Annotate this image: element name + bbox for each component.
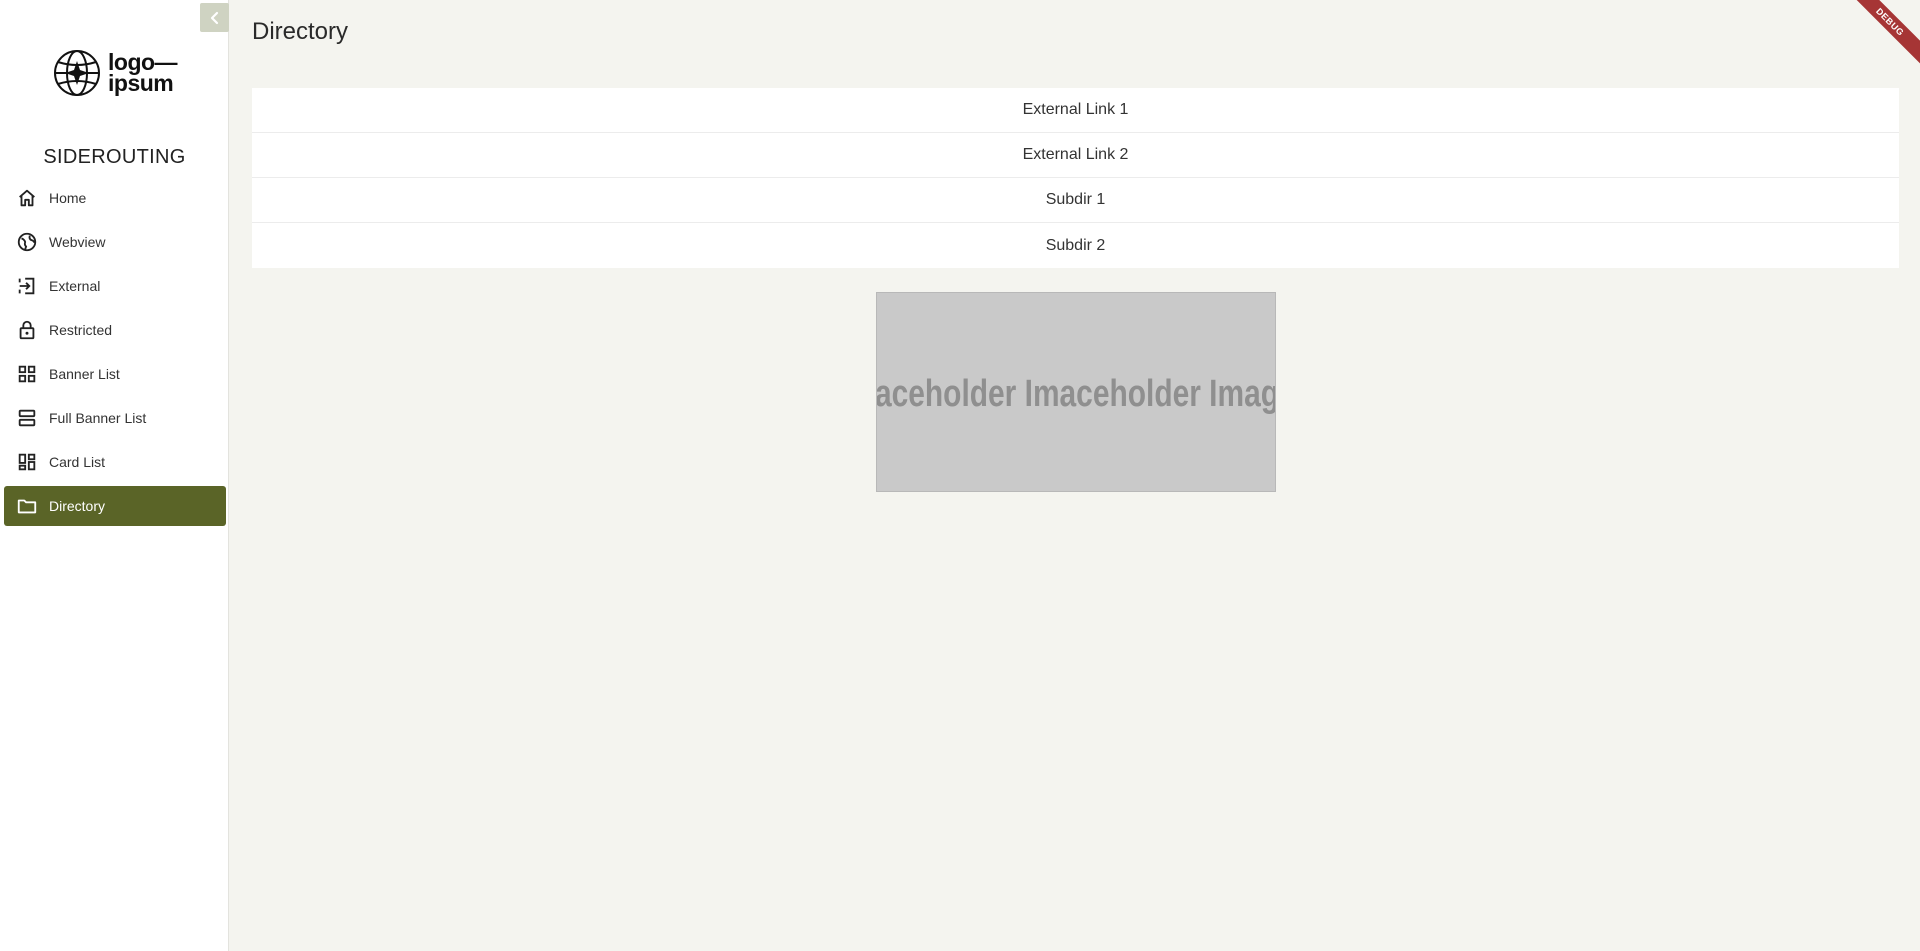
sidebar-item-webview[interactable]: Webview [4,222,226,262]
chevron-left-icon [210,11,218,24]
collapse-sidebar-button[interactable] [200,3,229,32]
sidebar-item-card-list[interactable]: Card List [4,442,226,482]
placeholder-text: aceholder Imaceholder Imag [877,373,1276,415]
login-icon [15,274,39,298]
sidebar-item-full-banner-list[interactable]: Full Banner List [4,398,226,438]
sidebar-item-label: Home [49,190,87,206]
globe-icon [15,230,39,254]
logo-wordmark: logo— ipsum [108,49,178,96]
sidebar-item-label: Directory [49,498,106,514]
sidebar-item-label: External [49,278,101,294]
placeholder-image: aceholder Imaceholder Imag [876,292,1276,492]
app-title: SIDEROUTING [43,146,186,168]
sidebar-item-label: Restricted [49,322,113,338]
page-title: Directory [252,18,349,45]
directory-list: External Link 1 External Link 2 Subdir 1… [252,88,1899,268]
list-item[interactable]: Subdir 1 [252,178,1899,223]
sidebar-item-label: Full Banner List [49,410,147,426]
rows-icon [15,406,39,430]
debug-banner: DEBUG [1841,0,1920,71]
sidebar-item-restricted[interactable]: Restricted [4,310,226,350]
logo: logo— ipsum [52,48,178,98]
sidebar-nav: Home Webview External Restricted Banner … [4,178,226,530]
home-icon [15,186,39,210]
sidebar-item-label: Banner List [49,366,120,382]
grid-icon [15,362,39,386]
sidebar-item-directory[interactable]: Directory [4,486,226,526]
sidebar-item-home[interactable]: Home [4,178,226,218]
list-item[interactable]: External Link 1 [252,88,1899,133]
folder-icon [15,494,39,518]
sidebar: logo— ipsum SIDEROUTING Home Webview Ext… [0,0,229,951]
sidebar-item-external[interactable]: External [4,266,226,306]
dashboard-icon [15,450,39,474]
logo-globe-icon [54,50,100,96]
sidebar-item-banner-list[interactable]: Banner List [4,354,226,394]
list-item[interactable]: Subdir 2 [252,223,1899,268]
list-item[interactable]: External Link 2 [252,133,1899,178]
sidebar-item-label: Card List [49,454,106,470]
lock-icon [15,318,39,342]
sidebar-item-label: Webview [49,234,106,250]
